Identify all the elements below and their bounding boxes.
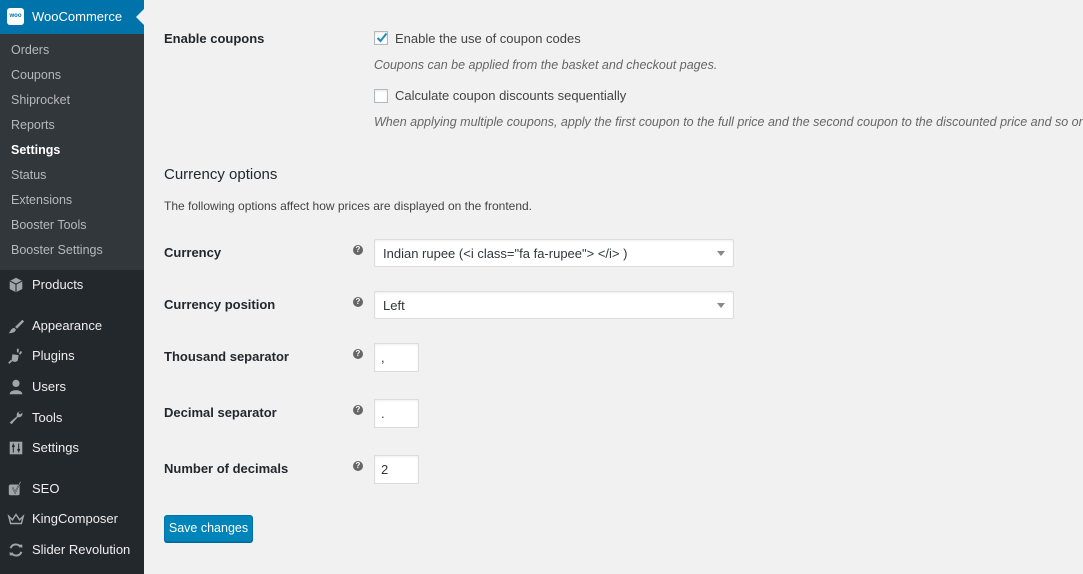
enable-coupons-description: Coupons can be applied from the basket a…	[374, 58, 718, 72]
current-menu-arrow	[136, 9, 144, 25]
menu-item-appearance[interactable]: Appearance	[0, 311, 144, 341]
thousand-separator-help-icon[interactable]: ?	[353, 349, 363, 359]
currency-position-label: Currency position	[164, 297, 276, 312]
menu-item-tools[interactable]: Tools	[0, 403, 144, 433]
menu-item-products-label: Products	[32, 277, 84, 292]
yoast-icon	[8, 481, 22, 496]
submenu-orders[interactable]: Orders	[11, 43, 49, 57]
enable-coupons-label: Enable coupons	[164, 31, 265, 46]
save-changes-button[interactable]: Save changes	[164, 515, 253, 542]
submenu-extensions[interactable]: Extensions	[11, 193, 72, 207]
enable-coupons-text: Enable the use of coupon codes	[395, 31, 581, 46]
menu-item-products[interactable]: Products	[0, 270, 144, 300]
submenu-reports[interactable]: Reports	[11, 118, 55, 132]
sequential-discounts-checkbox[interactable]	[374, 89, 388, 103]
crown-icon	[7, 513, 25, 525]
menu-item-settings-label: Settings	[32, 440, 79, 455]
menu-item-seo-label: SEO	[32, 481, 60, 496]
decimal-separator-help-icon[interactable]: ?	[353, 405, 363, 415]
decimal-separator-label: Decimal separator	[164, 405, 277, 420]
menu-item-woocommerce-label: WooCommerce	[32, 9, 123, 24]
menu-item-seo[interactable]: SEO	[0, 474, 144, 504]
box-icon	[9, 277, 23, 293]
decimal-separator-value: .	[381, 406, 385, 421]
menu-item-slider-revolution-label: Slider Revolution	[32, 542, 131, 557]
menu-item-slider-revolution[interactable]: Slider Revolution	[0, 535, 144, 565]
thousand-separator-label: Thousand separator	[164, 349, 289, 364]
menu-item-kingcomposer[interactable]: KingComposer	[0, 504, 144, 534]
thousand-separator-value: ,	[381, 350, 385, 365]
number-of-decimals-value: 2	[381, 462, 389, 477]
submenu-coupons[interactable]: Coupons	[11, 68, 61, 82]
chevron-down-icon	[717, 251, 725, 256]
currency-position-help-icon[interactable]: ?	[353, 297, 363, 307]
menu-item-settings[interactable]: Settings	[0, 433, 144, 463]
submenu-settings[interactable]: Settings	[11, 143, 60, 157]
submenu-booster-settings[interactable]: Booster Settings	[11, 243, 103, 257]
currency-select-value: Indian rupee (<i class="fa fa-rupee"> </…	[383, 246, 628, 261]
plug-icon	[8, 348, 23, 364]
currency-options-description: The following options affect how prices …	[164, 199, 533, 213]
menu-item-users-label: Users	[32, 379, 66, 394]
user-icon	[9, 379, 23, 395]
menu-item-plugins[interactable]: Plugins	[0, 341, 144, 371]
currency-help-icon[interactable]: ?	[353, 245, 363, 255]
menu-item-tools-label: Tools	[32, 410, 63, 425]
settings-sliders-icon	[9, 441, 23, 455]
number-of-decimals-label: Number of decimals	[164, 461, 289, 476]
menu-item-appearance-label: Appearance	[32, 318, 103, 333]
settings-content: Enable coupons Enable the use of coupon …	[144, 0, 1083, 574]
currency-position-select[interactable]: Left	[374, 291, 734, 319]
enable-coupons-checkbox[interactable]	[374, 31, 388, 45]
currency-select[interactable]: Indian rupee (<i class="fa fa-rupee"> </…	[374, 239, 734, 267]
menu-item-woocommerce[interactable]: woo WooCommerce	[0, 0, 144, 34]
submenu-booster-tools[interactable]: Booster Tools	[11, 218, 87, 232]
decimal-separator-input[interactable]: .	[374, 399, 419, 428]
menu-item-kingcomposer-label: KingComposer	[32, 511, 118, 526]
number-of-decimals-input[interactable]: 2	[374, 455, 419, 484]
refresh-icon	[9, 543, 23, 557]
sequential-discounts-text: Calculate coupon discounts sequentially	[395, 88, 627, 103]
sequential-discounts-description: When applying multiple coupons, apply th…	[374, 115, 1083, 129]
submenu-status[interactable]: Status	[11, 168, 46, 182]
submenu-shiprocket[interactable]: Shiprocket	[11, 93, 70, 107]
paintbrush-icon	[8, 319, 25, 334]
currency-options-heading: Currency options	[164, 166, 278, 183]
thousand-separator-input[interactable]: ,	[374, 343, 419, 372]
number-of-decimals-help-icon[interactable]: ?	[353, 461, 363, 471]
wrench-icon	[9, 411, 23, 425]
checkmark-icon	[376, 32, 388, 43]
woocommerce-logo-icon: woo	[7, 8, 24, 25]
woocommerce-submenu: Orders Coupons Shiprocket Reports Settin…	[0, 34, 144, 270]
admin-sidebar: woo WooCommerce Orders Coupons Shiprocke…	[0, 0, 144, 574]
currency-position-value: Left	[383, 298, 405, 313]
chevron-down-icon	[717, 303, 725, 308]
menu-item-users[interactable]: Users	[0, 372, 144, 402]
currency-label: Currency	[164, 245, 222, 260]
menu-item-plugins-label: Plugins	[32, 348, 75, 363]
